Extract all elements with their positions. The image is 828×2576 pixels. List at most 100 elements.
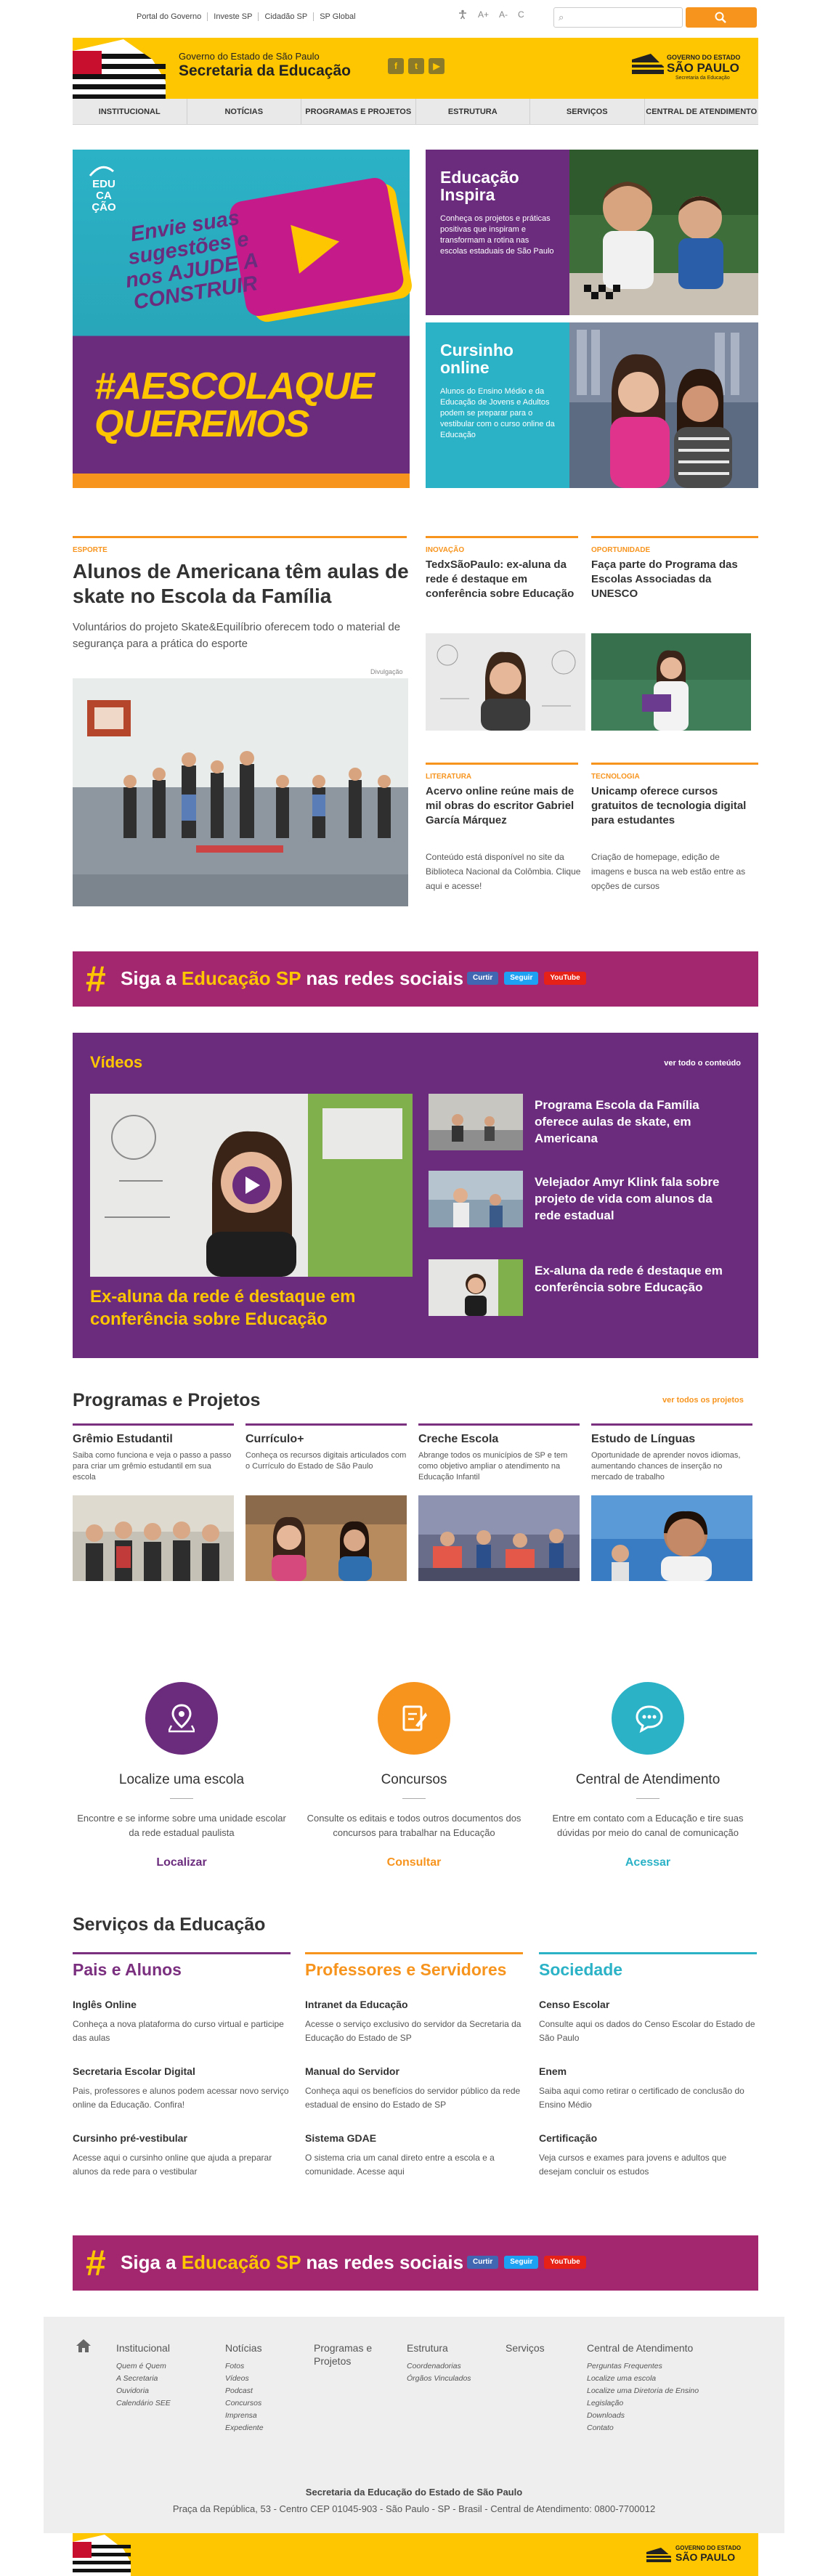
news-image-tedx[interactable] bbox=[426, 633, 585, 731]
seguir-button[interactable]: Seguir bbox=[504, 2256, 539, 2269]
chat-bubble-icon bbox=[636, 1705, 663, 1733]
program-card[interactable]: Currículo+ Conheça os recursos digitais … bbox=[245, 1423, 407, 1581]
nav-noticias[interactable]: NOTÍCIAS bbox=[187, 99, 301, 124]
search-input[interactable]: ⌕ bbox=[553, 7, 683, 28]
youtube-button[interactable]: YouTube bbox=[544, 972, 586, 985]
nav-central[interactable]: CENTRAL DE ATENDIMENTO bbox=[645, 99, 759, 124]
footer-col: Central de Atendimento Perguntas Frequen… bbox=[587, 2342, 699, 2432]
hash-icon: # bbox=[86, 2243, 106, 2283]
social-banner: # Siga a Educação SP nas redes sociais C… bbox=[73, 951, 758, 1007]
news-title[interactable]: Unicamp oferece cursos gratuitos de tecn… bbox=[591, 784, 752, 828]
news-image-unesco[interactable] bbox=[591, 633, 751, 731]
news-main-title[interactable]: Alunos de Americana têm aulas de skate n… bbox=[73, 559, 414, 609]
home-icon[interactable] bbox=[76, 2339, 92, 2353]
footer-col: Serviços bbox=[506, 2342, 545, 2354]
news-text: Conteúdo está disponível no site da Bibl… bbox=[426, 852, 581, 891]
photo-credit: Divulgação bbox=[370, 668, 403, 675]
atendimento-circle[interactable] bbox=[612, 1682, 684, 1755]
program-card[interactable]: Creche Escola Abrange todos os município… bbox=[418, 1423, 580, 1581]
news-title[interactable]: Acervo online reúne mais de mil obras do… bbox=[426, 784, 585, 828]
card-image-boys-chess bbox=[569, 150, 758, 315]
main-video-caption[interactable]: Ex-aluna da rede é destaque em conferênc… bbox=[90, 1285, 413, 1330]
gov-line: Governo do Estado de São Paulo bbox=[179, 51, 320, 62]
nav-servicos[interactable]: SERVIÇOS bbox=[530, 99, 645, 124]
services-col-title: Sociedade bbox=[539, 1960, 623, 1979]
action-title: Central de Atendimento bbox=[575, 1772, 721, 1787]
nav-institucional[interactable]: INSTITUCIONAL bbox=[73, 99, 187, 124]
sp-map-logo[interactable] bbox=[73, 38, 166, 99]
card-text: Cursinho online Alunos do Ensino Médio e… bbox=[426, 322, 569, 488]
card-desc: Conheça os projetos e práticas positivas… bbox=[440, 214, 554, 256]
service-item[interactable]: Inglês Online Conheça a nova plataforma d… bbox=[73, 1999, 291, 2045]
top-link-cidadao[interactable]: Cidadão SP bbox=[259, 12, 314, 21]
videos-all-link[interactable]: ver todo o conteúdo bbox=[664, 1059, 741, 1068]
service-item[interactable]: Certificação Veja cursos e exames para jo… bbox=[539, 2132, 757, 2179]
news-title[interactable]: TedxSãoPaulo: ex-aluna da rede é destaqu… bbox=[426, 558, 585, 601]
footer: Institucional Quem é Quem A Secretaria O… bbox=[44, 2317, 784, 2533]
news-category: TECNOLOGIA bbox=[591, 773, 640, 781]
nav-programas[interactable]: PROGRAMAS E PROJETOS bbox=[301, 99, 416, 124]
main-video-player[interactable] bbox=[90, 1094, 413, 1277]
contrast-button[interactable]: C bbox=[518, 9, 524, 20]
video-title: Ex-aluna da rede é destaque em conferênc… bbox=[535, 1264, 723, 1294]
banner-text: Siga a Educação SP nas redes sociais bbox=[121, 967, 464, 989]
news-main-image[interactable] bbox=[73, 678, 408, 906]
facebook-icon[interactable]: f bbox=[388, 58, 404, 74]
hero-edu-logo: EDU CA ÇÃO bbox=[92, 178, 116, 214]
gov-sp-logo[interactable]: GOVERNO DO ESTADO SÃO PAULO bbox=[646, 2545, 755, 2567]
footer-col: Notícias Fotos Vídeos Podcast Concursos … bbox=[225, 2342, 264, 2432]
map-pin-icon bbox=[169, 1704, 195, 1733]
program-image bbox=[591, 1495, 752, 1581]
program-title: Currículo+ bbox=[245, 1433, 304, 1445]
program-card[interactable]: Estudo de Línguas Oportunidade de aprend… bbox=[591, 1423, 752, 1581]
service-item[interactable]: Censo Escolar Consulte aqui os dados do C… bbox=[539, 1999, 757, 2045]
font-increase-button[interactable]: A+ bbox=[478, 9, 489, 20]
action-desc: Consulte os editais e todos outros docum… bbox=[307, 1813, 521, 1838]
acessar-link[interactable]: Acessar bbox=[539, 1856, 757, 1869]
brand-text[interactable]: Governo do Estado de São Paulo Secretari… bbox=[179, 51, 351, 80]
site-header: Governo do Estado de São Paulo Secretari… bbox=[73, 38, 758, 99]
videos-section: Vídeos ver todo o conteúdo Ex-aluna da r… bbox=[73, 1033, 758, 1358]
curtir-button[interactable]: Curtir bbox=[467, 972, 499, 985]
video-thumbnail bbox=[429, 1094, 523, 1150]
news-title[interactable]: Faça parte do Programa das Escolas Assoc… bbox=[591, 558, 758, 601]
footer-col: Estrutura Coordenadorias Órgãos Vinculad… bbox=[407, 2342, 471, 2383]
top-link-portal[interactable]: Portal do Governo bbox=[131, 12, 208, 21]
twitter-icon[interactable]: t bbox=[408, 58, 424, 74]
youtube-icon[interactable]: ▶ bbox=[429, 58, 445, 74]
sp-map-logo bbox=[73, 2533, 131, 2576]
service-item[interactable]: Manual do Servidor Conheça aqui os benefí… bbox=[305, 2065, 523, 2112]
seguir-button[interactable]: Seguir bbox=[504, 972, 539, 985]
video-item[interactable]: Ex-aluna da rede é destaque em conferênc… bbox=[429, 1259, 741, 1317]
font-decrease-button[interactable]: A- bbox=[499, 9, 508, 20]
search-button[interactable] bbox=[686, 7, 757, 28]
gov-sp-logo[interactable]: GOVERNO DO ESTADO SÃO PAULO Secretaria d… bbox=[632, 51, 750, 83]
search-field-icon: ⌕ bbox=[559, 12, 564, 23]
concursos-circle[interactable] bbox=[378, 1682, 450, 1755]
programs-more-link[interactable]: ver todos os projetos bbox=[662, 1396, 744, 1405]
top-link-investe[interactable]: Investe SP bbox=[208, 12, 259, 21]
hero-banner[interactable]: EDU CA ÇÃO Envie suas sugestões e nos AJ… bbox=[73, 150, 410, 488]
card-cursinho-online[interactable]: Cursinho online Alunos do Ensino Médio e… bbox=[426, 322, 758, 488]
youtube-button[interactable]: YouTube bbox=[544, 2256, 586, 2269]
program-card[interactable]: Grêmio Estudantil Saiba como funciona e … bbox=[73, 1423, 234, 1581]
curtir-button[interactable]: Curtir bbox=[467, 2256, 499, 2269]
video-item[interactable]: Programa Escola da Família oferece aulas… bbox=[429, 1094, 741, 1152]
card-educacao-inspira[interactable]: Educação Inspira Conheça os projetos e p… bbox=[426, 150, 758, 315]
accessibility-icon[interactable] bbox=[458, 9, 468, 20]
consultar-link[interactable]: Consultar bbox=[305, 1856, 523, 1869]
nav-estrutura[interactable]: ESTRUTURA bbox=[416, 99, 530, 124]
program-desc: Oportunidade de aprender novos idiomas, … bbox=[591, 1451, 741, 1482]
service-item[interactable]: Enem Saiba aqui como retirar o certificad… bbox=[539, 2065, 757, 2112]
accessibility-tools: A+ A- C bbox=[458, 9, 524, 20]
service-item[interactable]: Secretaria Escolar Digital Pais, professo… bbox=[73, 2065, 291, 2112]
hash-icon: # bbox=[86, 959, 106, 999]
service-item[interactable]: Cursinho pré-vestibular Acesse aqui o cur… bbox=[73, 2132, 291, 2179]
service-item[interactable]: Intranet da Educação Acesse o serviço exc… bbox=[305, 1999, 523, 2045]
video-item[interactable]: Velejador Amyr Klink fala sobre projeto … bbox=[429, 1171, 741, 1229]
localizar-circle[interactable] bbox=[145, 1682, 218, 1755]
service-item[interactable]: Sistema GDAE O sistema cria um canal dire… bbox=[305, 2132, 523, 2179]
top-link-global[interactable]: SP Global bbox=[314, 12, 361, 21]
localizar-link[interactable]: Localizar bbox=[73, 1856, 291, 1869]
services-col-title: Pais e Alunos bbox=[73, 1960, 182, 1979]
